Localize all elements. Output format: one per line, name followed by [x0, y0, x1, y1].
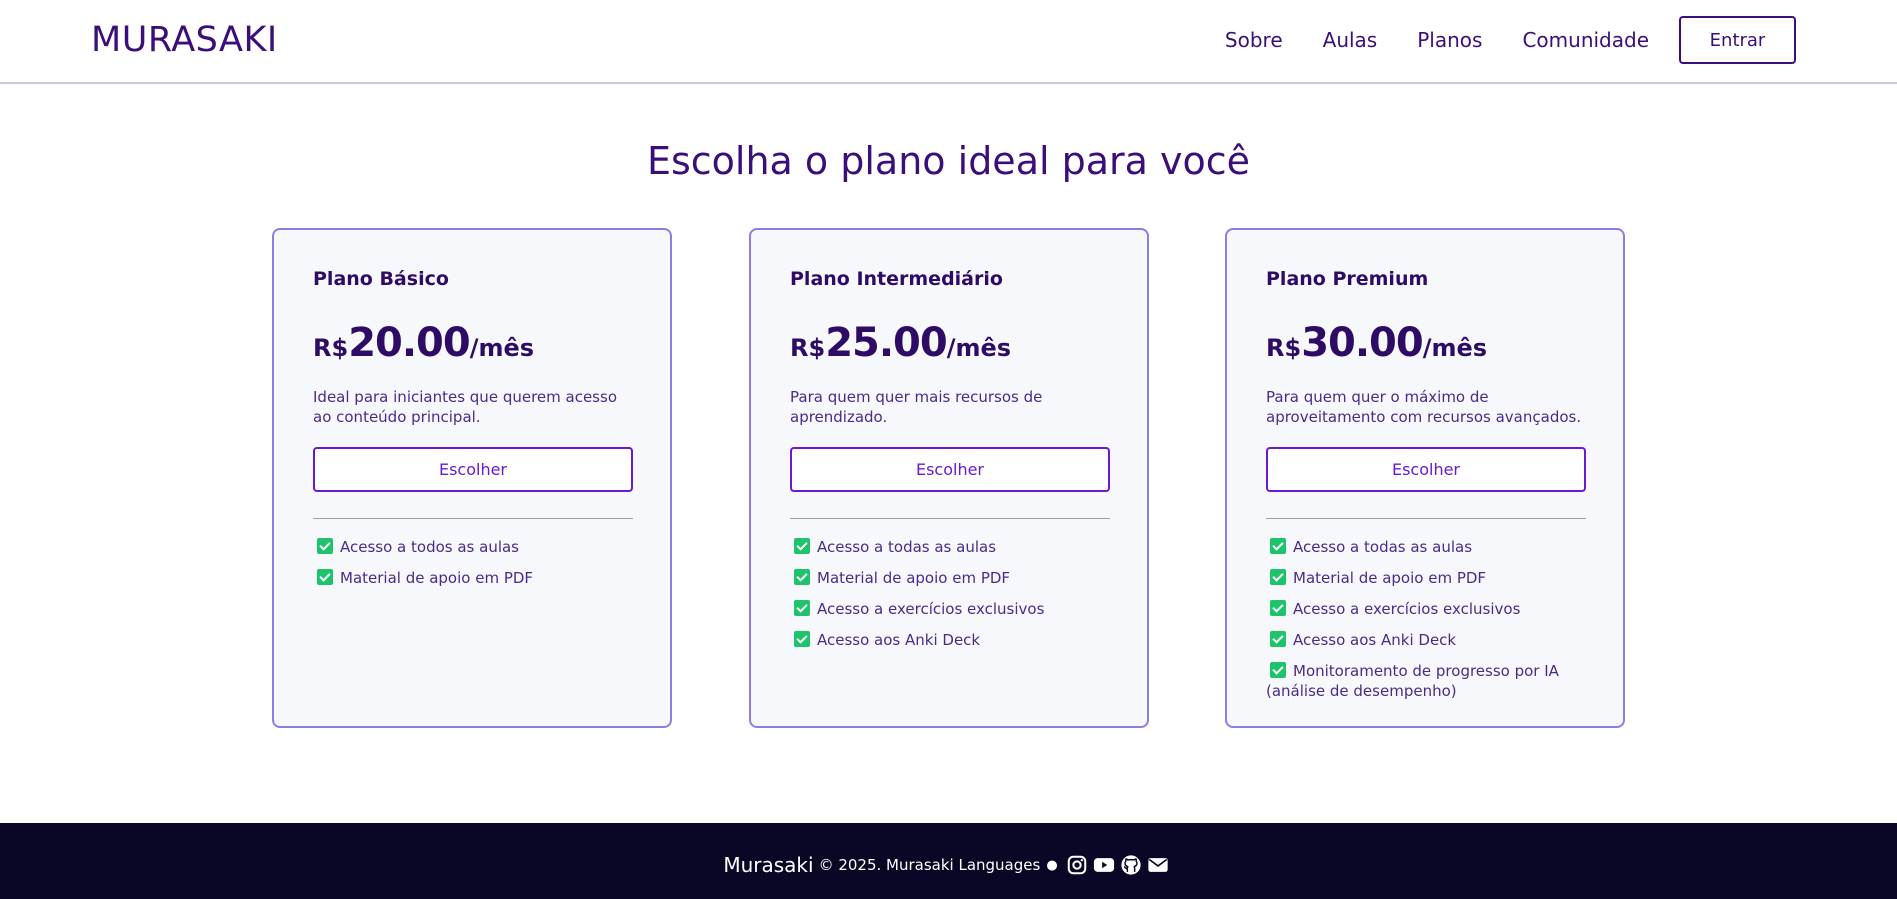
plan-name: Plano Básico: [313, 268, 449, 290]
feature-item: Acesso aos Anki Deck: [1266, 630, 1584, 650]
feature-label: Acesso a todas as aulas: [1293, 538, 1473, 556]
nav-link-planos[interactable]: Planos: [1417, 28, 1482, 52]
feature-list: Acesso a todas as aulas Material de apoi…: [1266, 537, 1584, 701]
check-icon: [1270, 631, 1286, 647]
price-amount: 20.00: [348, 320, 471, 366]
plan-price: R$ 25.00 /mês: [790, 320, 1108, 368]
page-title: Escolha o plano ideal para você: [646, 139, 1251, 183]
plan-price: R$ 30.00 /mês: [1266, 320, 1584, 368]
nav-link-sobre[interactable]: Sobre: [1225, 28, 1283, 52]
feature-item: Monitoramento de progresso por IA (análi…: [1266, 661, 1584, 701]
plan-name: Plano Premium: [1266, 268, 1429, 290]
divider: [1266, 518, 1586, 519]
site-header: MURASAKI Sobre Aulas Planos Comunidade E…: [0, 0, 1897, 84]
divider: [313, 518, 633, 519]
feature-item: Acesso aos Anki Deck: [790, 630, 1108, 650]
check-icon: [794, 600, 810, 616]
plan-card-basico: Plano Básico R$ 20.00 /mês Ideal para in…: [272, 228, 672, 728]
plan-name: Plano Intermediário: [790, 268, 1003, 290]
choose-plan-button[interactable]: Escolher: [313, 447, 633, 492]
nav-link-aulas[interactable]: Aulas: [1323, 28, 1378, 52]
feature-label: Acesso a todos as aulas: [340, 538, 519, 556]
check-icon: [317, 569, 333, 585]
price-period: /mês: [469, 334, 535, 362]
feature-list: Acesso a todas as aulas Material de apoi…: [790, 537, 1108, 650]
plan-card-intermediario: Plano Intermediário R$ 25.00 /mês Para q…: [749, 228, 1149, 728]
main-nav: Sobre Aulas Planos Comunidade Entrar: [1225, 16, 1897, 64]
feature-label: Material de apoio em PDF: [1293, 569, 1487, 587]
feature-label: Acesso a exercícios exclusivos: [1293, 600, 1521, 618]
check-icon: [1270, 569, 1286, 585]
footer-copyright: © 2025. Murasaki Languages: [818, 856, 1041, 874]
instagram-icon[interactable]: [1066, 854, 1088, 876]
check-icon: [794, 538, 810, 554]
feature-item: Acesso a todos as aulas: [313, 537, 631, 557]
check-icon: [1270, 662, 1286, 678]
footer-content: Murasaki © 2025. Murasaki Languages ●: [0, 823, 1897, 899]
footer-brand: Murasaki: [723, 853, 814, 877]
price-currency: R$: [313, 334, 349, 362]
feature-item: Acesso a todas as aulas: [1266, 537, 1584, 557]
check-icon: [794, 631, 810, 647]
footer-separator: ●: [1046, 857, 1058, 873]
plan-description: Para quem quer o máximo de aproveitament…: [1266, 388, 1582, 426]
price-period: /mês: [946, 334, 1012, 362]
feature-item: Material de apoio em PDF: [790, 568, 1108, 588]
feature-label: Material de apoio em PDF: [340, 569, 534, 587]
check-icon: [317, 538, 333, 554]
check-icon: [794, 569, 810, 585]
divider: [790, 518, 1110, 519]
price-amount: 30.00: [1301, 320, 1424, 366]
logo[interactable]: MURASAKI: [91, 20, 278, 60]
site-footer: Murasaki © 2025. Murasaki Languages ●: [0, 823, 1897, 899]
plan-card-premium: Plano Premium R$ 30.00 /mês Para quem qu…: [1225, 228, 1625, 728]
price-amount: 25.00: [825, 320, 948, 366]
choose-plan-button[interactable]: Escolher: [790, 447, 1110, 492]
plan-price: R$ 20.00 /mês: [313, 320, 631, 368]
feature-item: Acesso a exercícios exclusivos: [790, 599, 1108, 619]
feature-item: Acesso a exercícios exclusivos: [1266, 599, 1584, 619]
feature-label: Acesso aos Anki Deck: [817, 631, 981, 649]
github-icon[interactable]: [1120, 854, 1142, 876]
feature-label: Acesso a exercícios exclusivos: [817, 600, 1045, 618]
feature-item: Material de apoio em PDF: [1266, 568, 1584, 588]
check-icon: [1270, 538, 1286, 554]
choose-plan-button[interactable]: Escolher: [1266, 447, 1586, 492]
feature-item: Acesso a todas as aulas: [790, 537, 1108, 557]
price-currency: R$: [1266, 334, 1302, 362]
price-period: /mês: [1422, 334, 1488, 362]
check-icon: [1270, 600, 1286, 616]
feature-list: Acesso a todos as aulas Material de apoi…: [313, 537, 631, 588]
nav-link-comunidade[interactable]: Comunidade: [1522, 28, 1649, 52]
login-button[interactable]: Entrar: [1679, 16, 1796, 64]
feature-label: Acesso aos Anki Deck: [1293, 631, 1457, 649]
feature-label: Monitoramento de progresso por IA (análi…: [1266, 662, 1559, 700]
feature-label: Acesso a todas as aulas: [817, 538, 997, 556]
youtube-icon[interactable]: [1093, 854, 1115, 876]
plan-description: Ideal para iniciantes que querem acesso …: [313, 388, 617, 426]
price-currency: R$: [790, 334, 826, 362]
mail-icon[interactable]: [1147, 854, 1169, 876]
plan-description: Para quem quer mais recursos de aprendiz…: [790, 388, 1043, 426]
feature-item: Material de apoio em PDF: [313, 568, 631, 588]
feature-label: Material de apoio em PDF: [817, 569, 1011, 587]
